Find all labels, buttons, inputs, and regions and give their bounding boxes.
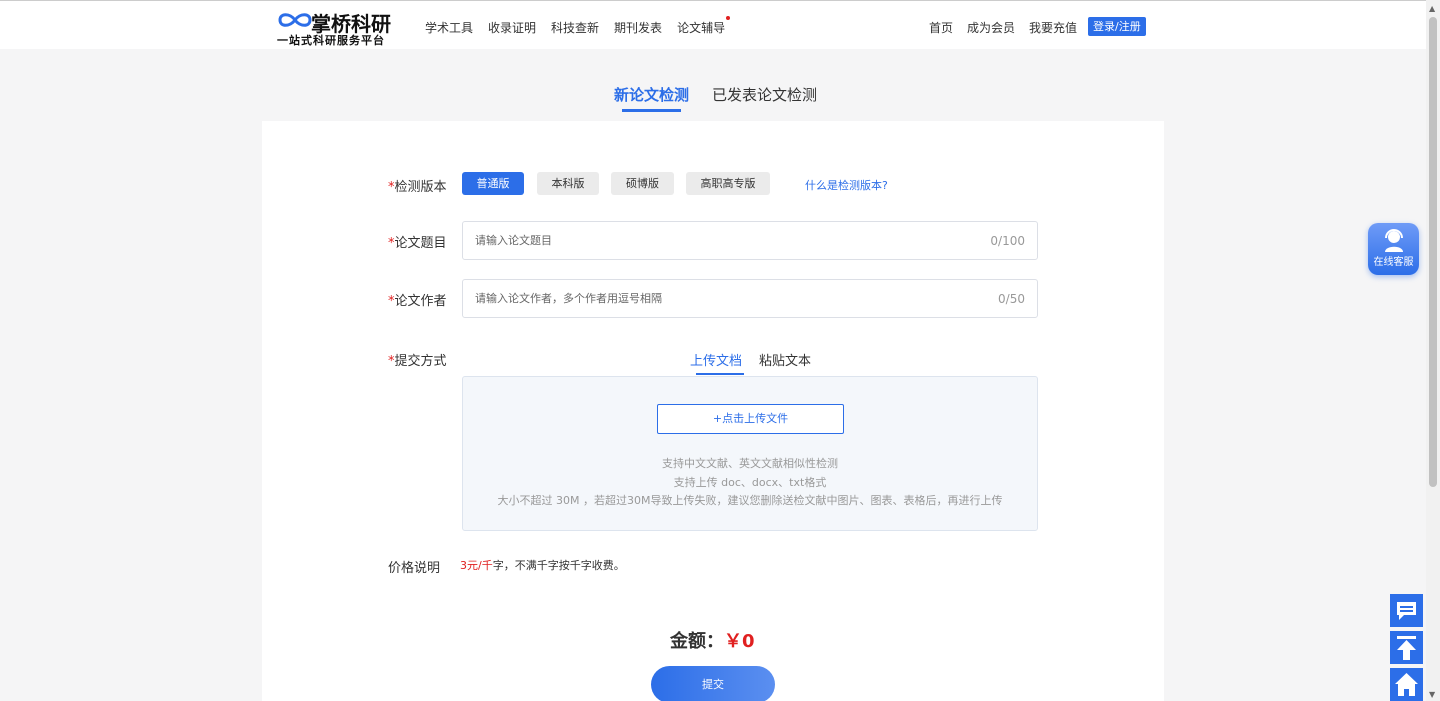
author-char-count: 0/50 (998, 292, 1025, 306)
version-help-link[interactable]: 什么是检测版本? (805, 177, 888, 193)
submit-button[interactable]: 提交 (651, 666, 775, 701)
version-label: *检测版本 (388, 176, 447, 195)
price-rate: 3元/千 (460, 559, 493, 572)
nav-item-recharge[interactable]: 我要充值 (1029, 19, 1077, 36)
upload-file-button[interactable]: +点击上传文件 (657, 404, 844, 434)
back-to-top-button[interactable] (1390, 631, 1423, 664)
logo[interactable]: 掌桥科研 一站式科研服务平台 (277, 7, 397, 47)
version-button-graduate[interactable]: 硕博版 (611, 172, 674, 195)
author-label: *论文作者 (388, 290, 447, 309)
login-register-button[interactable]: 登录/注册 (1088, 17, 1146, 36)
title-field: 0/100 (462, 221, 1038, 260)
title-char-count: 0/100 (990, 234, 1025, 248)
page-scrollbar[interactable]: ▲ ▼ (1426, 0, 1440, 701)
title-label-text: 论文题目 (394, 236, 447, 251)
version-button-undergraduate[interactable]: 本科版 (537, 172, 599, 195)
scroll-thumb[interactable] (1429, 17, 1437, 487)
home-button[interactable] (1390, 668, 1423, 701)
home-icon (1395, 673, 1418, 696)
scroll-down-arrow-icon[interactable]: ▼ (1429, 690, 1435, 699)
headset-agent-icon (1385, 229, 1403, 252)
online-service-button[interactable]: 在线客服 (1368, 223, 1419, 275)
version-button-vocational[interactable]: 高职高专版 (686, 172, 770, 195)
version-button-standard[interactable]: 普通版 (462, 172, 524, 195)
nav-item-paper-tutoring-label: 论文辅导 (677, 21, 726, 35)
chat-bubble-icon (1397, 602, 1416, 620)
title-label: *论文题目 (388, 232, 447, 251)
tab-paste-text[interactable]: 粘贴文本 (759, 350, 811, 369)
feedback-button[interactable] (1390, 594, 1423, 627)
price-note: 3元/千字，不满千字按千字收费。 (460, 557, 625, 573)
tab-published-paper-check[interactable]: 已发表论文检测 (712, 84, 817, 105)
user-nav: 首页 成为会员 我要充值 (929, 19, 1077, 36)
top-nav-bar: 掌桥科研 一站式科研服务平台 学术工具 收录证明 科技查新 期刊发表 论文辅导 … (0, 0, 1426, 49)
title-input[interactable] (475, 222, 955, 259)
submit-method-label: *提交方式 (388, 350, 447, 369)
nav-item-membership[interactable]: 成为会员 (967, 19, 1015, 36)
arrow-up-icon (1397, 636, 1416, 660)
tab-upload-document[interactable]: 上传文档 (690, 350, 745, 375)
tab-new-paper-check[interactable]: 新论文检测 (614, 84, 689, 112)
author-input[interactable] (475, 280, 955, 317)
notification-dot (726, 16, 731, 20)
online-service-label: 在线客服 (1373, 257, 1414, 268)
nav-item-paper-tutoring[interactable]: 论文辅导 (677, 16, 731, 36)
version-label-text: 检测版本 (394, 180, 447, 195)
nav-item-journal-publish[interactable]: 期刊发表 (614, 19, 662, 36)
nav-item-home[interactable]: 首页 (929, 19, 953, 36)
logo-subtitle: 一站式科研服务平台 (277, 34, 385, 47)
nav-item-novelty-search[interactable]: 科技查新 (551, 19, 599, 36)
nav-item-academic-tools[interactable]: 学术工具 (425, 19, 473, 36)
infinity-logo-icon (278, 13, 312, 27)
upload-tip-languages: 支持中文文献、英文文献相似性检测 (662, 457, 838, 470)
scroll-up-arrow-icon[interactable]: ▲ (1429, 4, 1435, 13)
upload-tip-formats: 支持上传 doc、docx、txt格式 (673, 476, 827, 489)
upload-tip-size: 大小不超过 30M ，若超过30M导致上传失败，建议您删除送检文献中图片、图表、… (497, 494, 1003, 507)
amount-label: 金额： (670, 631, 724, 652)
price-label: 价格说明 (388, 561, 441, 576)
main-nav: 学术工具 收录证明 科技查新 期刊发表 论文辅导 (425, 16, 731, 36)
author-field: 0/50 (462, 279, 1038, 318)
submit-method-label-text: 提交方式 (394, 354, 447, 369)
amount-value: ￥0 (724, 631, 755, 652)
nav-item-inclusion-proof[interactable]: 收录证明 (488, 19, 536, 36)
price-rule: 字，不满千字按千字收费。 (492, 559, 625, 572)
amount-display: 金额：￥0 (670, 627, 755, 653)
author-label-text: 论文作者 (394, 294, 447, 309)
